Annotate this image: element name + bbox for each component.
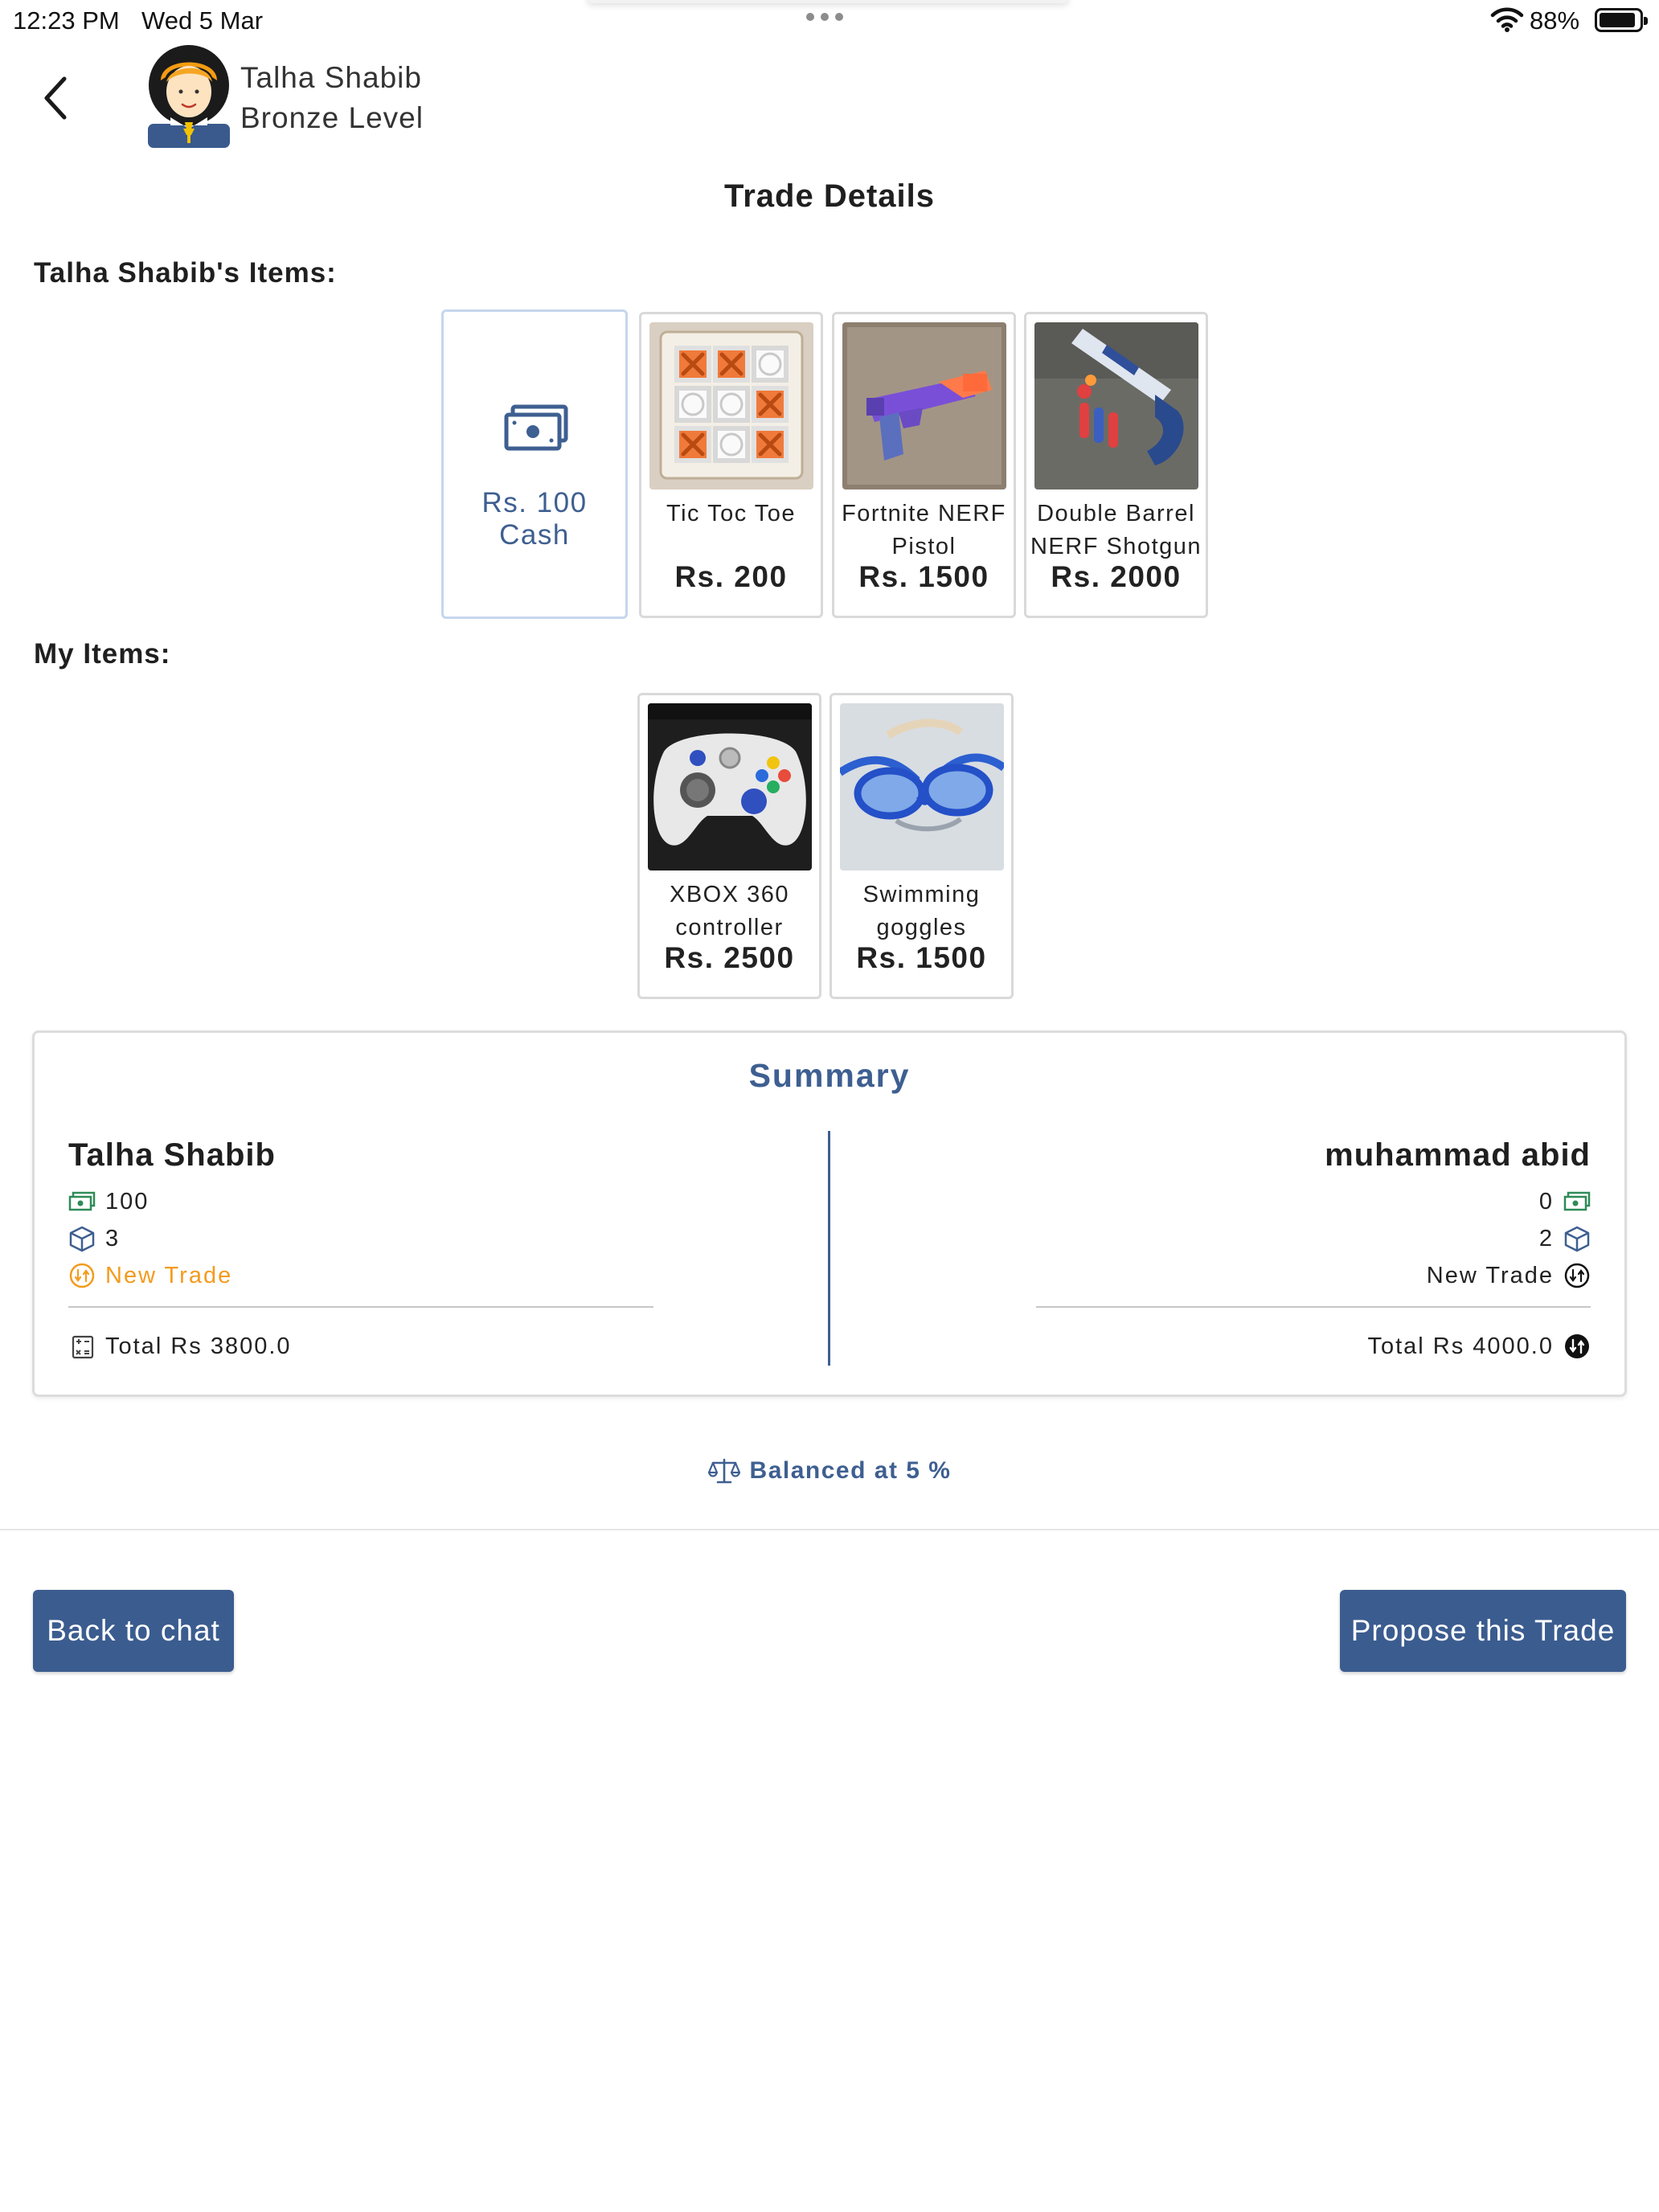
item-name: Double Barrel NERF Shotgun	[1026, 498, 1206, 563]
item-card[interactable]: Swimming goggles Rs. 1500	[830, 693, 1014, 999]
item-name: Fortnite NERF Pistol	[834, 498, 1014, 563]
left-separator	[68, 1306, 653, 1308]
right-separator	[1036, 1306, 1591, 1308]
right-cash-row: 0	[1539, 1186, 1591, 1218]
left-items-row: 3	[68, 1223, 120, 1255]
item-name-line2: Pistol	[891, 534, 956, 559]
item-image	[1034, 322, 1198, 490]
nerf-shotgun-image	[1034, 322, 1198, 490]
item-image	[840, 703, 1004, 870]
item-card[interactable]: Fortnite NERF Pistol Rs. 1500	[832, 312, 1016, 618]
right-user-name: muhammad abid	[1325, 1137, 1591, 1173]
my-items-label: My Items:	[34, 638, 171, 670]
left-cash-row: 100	[68, 1186, 149, 1218]
status-date: Wed 5 Mar	[141, 6, 264, 35]
balance-text: Balanced at 5 %	[749, 1457, 952, 1484]
summary-divider	[828, 1131, 830, 1366]
item-card[interactable]: XBOX 360 controller Rs. 2500	[637, 693, 821, 999]
page-title: Trade Details	[723, 178, 935, 214]
item-name-line1: Double Barrel	[1037, 501, 1195, 526]
battery-percentage: 88%	[1530, 6, 1580, 35]
left-user-name: Talha Shabib	[68, 1137, 276, 1173]
item-price: Rs. 2000	[1051, 560, 1182, 593]
item-price: Rs. 1500	[856, 941, 987, 974]
item-image	[842, 322, 1006, 490]
summary-card: Summary Talha Shabib 100 3 New Trade Tot…	[32, 1030, 1627, 1397]
left-cash-value: 100	[105, 1188, 150, 1215]
item-card[interactable]: Tic Toc Toe Rs. 200	[639, 312, 823, 618]
status-time: 12:23 PM	[13, 6, 120, 35]
battery-icon	[1595, 8, 1648, 32]
right-total-value: Total Rs 4000.0	[1367, 1333, 1554, 1359]
left-status-row: New Trade	[68, 1260, 232, 1292]
item-name-line2: goggles	[876, 915, 967, 940]
window-grabber[interactable]	[587, 0, 1069, 3]
cube-icon	[1564, 1226, 1590, 1252]
left-items-value: 3	[105, 1225, 121, 1251]
right-total-row: Total Rs 4000.0	[1367, 1330, 1591, 1362]
right-cash-value: 0	[1538, 1188, 1554, 1215]
item-name-line2: controller	[675, 915, 784, 940]
item-name-line1: Tic Toc Toe	[666, 501, 797, 526]
right-status-text: New Trade	[1426, 1262, 1554, 1288]
item-price: Rs. 1500	[858, 560, 989, 593]
item-price: Rs. 2500	[664, 941, 795, 974]
left-total-row: Total Rs 3800.0	[68, 1330, 292, 1362]
bottom-separator	[0, 1529, 1659, 1530]
item-name: Swimming goggles	[832, 879, 1011, 944]
user-avatar[interactable]	[146, 45, 231, 150]
summary-title: Summary	[748, 1057, 911, 1094]
scale-icon	[707, 1458, 740, 1484]
item-name-line2: NERF Shotgun	[1030, 534, 1202, 559]
cash-offer-label: Rs. 100 Cash	[481, 487, 588, 551]
right-status-row: New Trade	[1427, 1260, 1591, 1292]
trade-status-icon	[1564, 1263, 1590, 1288]
right-items-value: 2	[1538, 1225, 1554, 1251]
item-image	[648, 703, 812, 870]
cash-icon	[1563, 1191, 1591, 1211]
item-name-line1: Swimming	[862, 882, 981, 907]
balance-indicator: Balanced at 5 %	[0, 1456, 1659, 1485]
item-name: XBOX 360 controller	[640, 879, 819, 944]
exchange-icon	[1565, 1334, 1589, 1358]
item-name-line1: XBOX 360	[669, 882, 790, 907]
item-name: Tic Toc Toe	[641, 498, 821, 530]
multitasking-dots-icon[interactable]	[806, 13, 843, 21]
cash-offer-card[interactable]: Rs. 100 Cash	[441, 309, 628, 619]
xbox-controller-image	[648, 703, 812, 870]
their-items-label: Talha Shabib's Items:	[34, 257, 337, 289]
calculator-icon	[72, 1335, 94, 1359]
cash-icon	[504, 404, 568, 451]
swimming-goggles-image	[840, 703, 1004, 870]
back-button[interactable]	[35, 72, 76, 124]
left-total-value: Total Rs 3800.0	[105, 1333, 292, 1359]
wifi-icon	[1490, 7, 1524, 32]
user-name: Talha Shabib	[240, 61, 422, 94]
item-card[interactable]: Double Barrel NERF Shotgun Rs. 2000	[1024, 312, 1208, 618]
cube-icon	[69, 1226, 95, 1252]
propose-trade-button[interactable]: Propose this Trade	[1340, 1590, 1626, 1672]
item-image	[649, 322, 813, 490]
chevron-left-icon	[44, 76, 67, 120]
back-to-chat-button[interactable]: Back to chat	[33, 1590, 234, 1672]
trade-status-icon	[69, 1263, 95, 1288]
status-bar: 12:23 PM Wed 5 Mar 88%	[0, 0, 1659, 40]
nerf-pistol-image	[842, 322, 1006, 490]
right-items-row: 2	[1539, 1223, 1591, 1255]
tic-tac-toe-image	[649, 322, 813, 490]
left-status-text: New Trade	[105, 1262, 233, 1288]
item-price: Rs. 200	[674, 560, 788, 593]
item-name-line1: Fortnite NERF	[842, 501, 1006, 526]
user-level: Bronze Level	[240, 101, 424, 134]
cash-icon	[68, 1191, 96, 1211]
